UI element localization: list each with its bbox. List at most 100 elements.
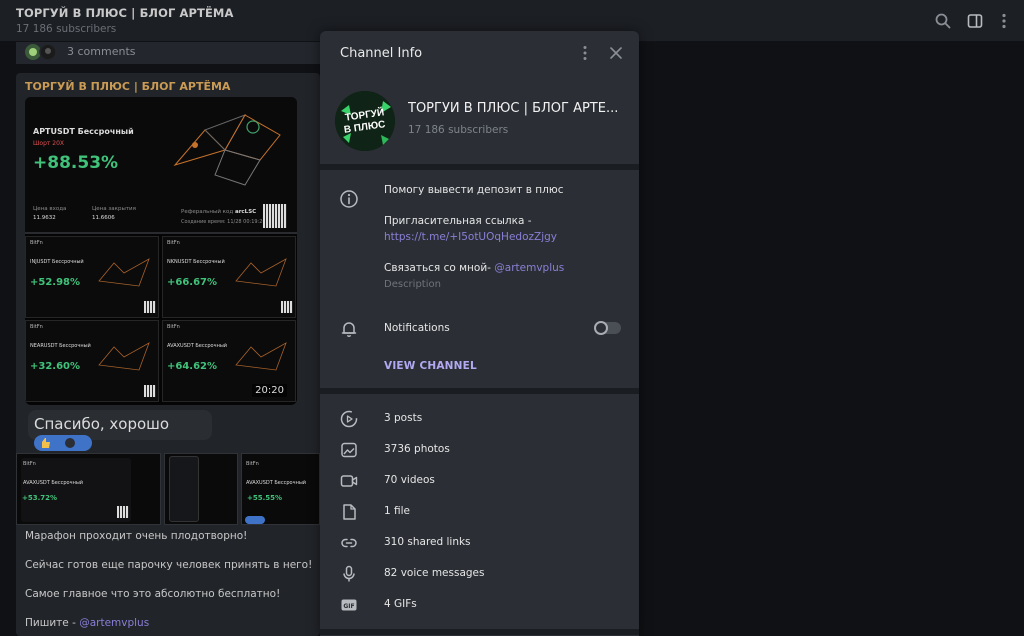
invite-link[interactable]: https://t.me/+I5otUOqHedozZjgy	[384, 231, 557, 243]
contact-link[interactable]: @artemvplus	[494, 262, 564, 274]
thumb-percent: +53.72%	[22, 494, 58, 502]
post-line: Сейчас готов еще парочку человек принять…	[25, 559, 313, 571]
info-icon	[340, 190, 358, 208]
mini-card: BitFn INJUSDT Бессрочный +52.98%	[25, 236, 159, 318]
album-thumb[interactable]: BitFn AVAXUSDT Бессрочный +53.72%	[16, 453, 161, 525]
stat-files[interactable]: 1 file	[384, 505, 410, 517]
qr-code	[144, 301, 156, 313]
mini-card: BitFn NKNUSDT Бессрочный +66.67%	[162, 236, 296, 318]
stat-photos[interactable]: 3736 photos	[384, 443, 450, 455]
qr-code	[281, 301, 293, 313]
ref-code: arcLSC	[235, 209, 257, 215]
link-icon	[341, 538, 357, 548]
qr-code	[144, 385, 156, 397]
big-card-tag: Шорт 20X	[33, 140, 65, 147]
contact-prefix: Связаться со мной-	[384, 262, 495, 274]
time-note: Создание время: 11/28 00:19:26	[181, 219, 266, 225]
channel-info-panel: Channel Info ТОРГУЙ В ПЛЮС ТОРГУЙ В ПЛЮС…	[320, 31, 639, 636]
stat-voice[interactable]: 82 voice messages	[384, 567, 484, 579]
qr-code	[117, 506, 129, 518]
post-author[interactable]: ТОРГУЙ В ПЛЮС | БЛОГ АРТЁМА	[25, 80, 230, 93]
stat-gifs[interactable]: 4 GIFs	[384, 598, 417, 610]
mini-card-header: BitFn	[30, 240, 43, 246]
channel-description: Помогу вывести депозит в плюс	[384, 184, 564, 196]
panel-title: Channel Info	[340, 46, 423, 61]
album-thumb[interactable]	[164, 453, 238, 525]
mini-card-percent: +52.98%	[30, 277, 81, 288]
album-thumbnails: BitFn AVAXUSDT Бессрочный +53.72% BitFn …	[16, 453, 320, 525]
post-bubble: ТОРГУЙ В ПЛЮС | БЛОГ АРТЁМА APTUSDT Бесс…	[16, 73, 320, 636]
comments-button[interactable]: 3 comments	[16, 42, 320, 64]
more-icon[interactable]	[578, 44, 592, 62]
post-image[interactable]: APTUSDT Бессрочный Шорт 20X +88.53% Цена…	[25, 97, 297, 405]
close-value: 11.6606	[92, 215, 115, 221]
divider	[320, 164, 639, 170]
origami-wolf-graphic	[235, 258, 287, 287]
close-label: Цена закрытия	[92, 206, 136, 212]
big-trade-card: APTUSDT Бессрочный Шорт 20X +88.53% Цена…	[25, 97, 297, 234]
divider	[320, 629, 639, 635]
close-icon[interactable]	[607, 44, 625, 62]
entry-label: Цена входа	[33, 206, 67, 212]
toggle-knob	[594, 321, 608, 335]
mini-card-pair: NKNUSDT Бессрочный	[167, 259, 225, 265]
divider	[320, 388, 639, 394]
chat-title[interactable]: ТОРГУЙ В ПЛЮС | БЛОГ АРТЁМА	[16, 6, 233, 20]
reaction-badge[interactable]	[245, 516, 265, 524]
write-prefix: Пишите -	[25, 617, 80, 629]
thumb-pair: AVAXUSDT Бессрочный	[23, 480, 84, 486]
image-time: 20:20	[252, 384, 287, 397]
svg-text:GIF: GIF	[343, 603, 354, 610]
origami-wolf-graphic	[235, 342, 287, 371]
mini-card-percent: +64.62%	[167, 361, 218, 372]
entry-value: 11.9632	[33, 215, 56, 221]
album-thumb[interactable]: BitFn AVAXUSDT Бессрочный +55.55%	[241, 453, 320, 525]
channel-name: ТОРГУЙ В ПЛЮС | БЛОГ АРТЁ...	[408, 101, 619, 116]
gif-icon: GIF	[341, 599, 357, 611]
channel-avatar[interactable]: ТОРГУЙ В ПЛЮС	[335, 91, 395, 151]
view-channel-button[interactable]: VIEW CHANNEL	[384, 360, 477, 372]
origami-wolf-graphic	[173, 114, 281, 186]
mini-card-pair: NEARUSDT Бессрочный	[30, 343, 91, 349]
search-icon[interactable]	[934, 12, 952, 30]
chat-subscribers: 17 186 subscribers	[16, 23, 117, 35]
notifications-toggle[interactable]	[594, 321, 621, 335]
mini-card-header: BitFn	[167, 240, 180, 246]
photos-icon	[341, 442, 357, 458]
channel-logo: ТОРГУЙ В ПЛЮС	[335, 91, 395, 151]
post-line: Пишите - @artemvplus	[25, 617, 315, 636]
mini-card-pair: INJUSDT Бессрочный	[30, 259, 84, 265]
mini-card-percent: +32.60%	[30, 361, 81, 372]
mini-card: BitFn NEARUSDT Бессрочный +32.60%	[25, 320, 159, 402]
thumbs-up-icon	[42, 438, 75, 448]
notifications-label: Notifications	[384, 322, 450, 334]
stat-links[interactable]: 310 shared links	[384, 536, 471, 548]
big-card-percent: +88.53%	[33, 153, 119, 173]
comments-label: 3 comments	[67, 45, 136, 58]
commenter-avatars	[25, 43, 57, 61]
ref-label: Реферальный код	[181, 209, 234, 215]
sidebar-toggle-icon[interactable]	[966, 12, 984, 30]
thumb-header: BitFn	[246, 461, 259, 467]
mini-card-header: BitFn	[167, 324, 180, 330]
stat-videos[interactable]: 70 videos	[384, 474, 435, 486]
stat-posts[interactable]: 3 posts	[384, 412, 422, 424]
origami-wolf-graphic	[98, 342, 150, 371]
bell-icon	[341, 322, 357, 338]
qr-code	[263, 204, 287, 228]
invite-label: Пригласительная ссылка -	[384, 215, 532, 227]
mini-card-header: BitFn	[30, 324, 43, 330]
post-text: Марафон проходит очень плодотворно! Сейч…	[25, 530, 315, 636]
origami-wolf-graphic	[98, 258, 150, 287]
post-line: Самое главное что это абсолютно бесплатн…	[25, 588, 281, 600]
mini-card-pair: AVAXUSDT Бессрочный	[167, 343, 228, 349]
description-caption: Description	[384, 279, 441, 290]
write-link[interactable]: @artemvplus	[79, 617, 149, 629]
more-icon[interactable]	[995, 12, 1013, 30]
thumb-pair: AVAXUSDT Бессрочный	[246, 480, 307, 486]
microphone-icon	[343, 565, 355, 582]
thumb-header: BitFn	[23, 461, 36, 467]
post-line: Марафон проходит очень плодотворно!	[25, 530, 248, 542]
reaction-badge[interactable]	[34, 435, 92, 451]
contact-line: Связаться со мной- @artemvplus	[384, 262, 564, 274]
